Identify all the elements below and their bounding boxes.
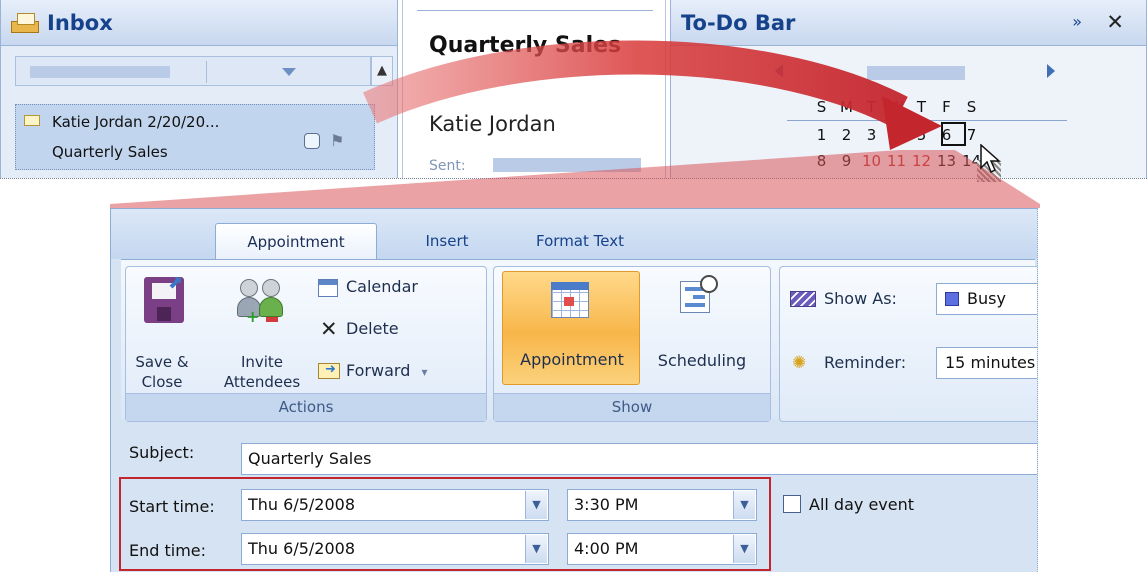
show-as-icon bbox=[790, 291, 816, 307]
month-title bbox=[867, 66, 965, 80]
expand-icon[interactable]: » bbox=[1072, 12, 1082, 31]
previous-month-icon[interactable] bbox=[775, 64, 783, 78]
flag-icon[interactable]: ⚑ bbox=[330, 131, 344, 150]
reading-sent-label: Sent: bbox=[429, 158, 466, 174]
todo-title: To-Do Bar bbox=[681, 10, 796, 35]
screenshot-stage: Inbox ▲ Katie Jordan 2/20/20... Quarterl… bbox=[0, 0, 1147, 572]
inbox-title: Inbox bbox=[47, 10, 113, 35]
show-group: Appointment Scheduling Show bbox=[493, 266, 771, 422]
forward-icon bbox=[318, 362, 340, 379]
inbox-icon bbox=[11, 12, 39, 33]
all-day-checkbox[interactable] bbox=[783, 495, 801, 513]
calendar-day[interactable]: 13 bbox=[934, 152, 959, 170]
scheduling-view-button[interactable]: Scheduling bbox=[644, 273, 760, 393]
appointment-form: Subject: Quarterly Sales Start time: Thu… bbox=[119, 433, 1037, 572]
appointment-view-button[interactable]: Appointment bbox=[502, 271, 640, 385]
mouse-cursor-icon bbox=[980, 144, 1001, 174]
calendar-day[interactable]: 9 bbox=[834, 152, 859, 170]
calendar-day-headers: SMTWTFS bbox=[816, 98, 977, 116]
reading-pane: Quarterly Sales Katie Jordan Sent: bbox=[402, 0, 666, 178]
chevron-down-icon[interactable]: ▼ bbox=[733, 491, 755, 519]
ribbon-tabs: Appointment Insert Format Text bbox=[111, 209, 1037, 259]
delete-icon: ✕ bbox=[320, 317, 338, 341]
start-time-label: Start time: bbox=[129, 497, 215, 516]
show-as-select[interactable]: Busy bbox=[936, 283, 1037, 315]
busy-color-icon bbox=[945, 292, 959, 306]
calendar-day[interactable]: 4 bbox=[884, 126, 909, 144]
calendar-day[interactable]: 1 bbox=[809, 126, 834, 144]
reading-from: Katie Jordan bbox=[429, 112, 556, 136]
delete-button[interactable]: ✕ Delete bbox=[320, 317, 399, 341]
calendar-day[interactable]: 2 bbox=[834, 126, 859, 144]
message-list-item[interactable]: Katie Jordan 2/20/20... Quarterly Sales … bbox=[15, 104, 375, 170]
mail-icon bbox=[24, 115, 40, 126]
invite-attendees-icon: + bbox=[234, 277, 288, 327]
calendar-day[interactable]: 11 bbox=[884, 152, 909, 170]
calendar-day[interactable]: 10 bbox=[859, 152, 884, 170]
invite-attendees-button[interactable]: + Invite Attendees bbox=[216, 273, 308, 397]
todo-bar: To-Do Bar » ✕ SMTWTFS 1234567 8 9 10 11 12 13… bbox=[670, 0, 1147, 182]
start-time-picker[interactable]: 3:30 PM ▼ bbox=[567, 489, 757, 521]
message-subject: Quarterly Sales bbox=[52, 143, 168, 161]
calendar-day[interactable]: 8 bbox=[809, 152, 834, 170]
selected-day-outline bbox=[941, 122, 966, 146]
calendar-icon bbox=[318, 279, 338, 297]
end-time-label: End time: bbox=[129, 541, 207, 560]
tab-format-text[interactable]: Format Text bbox=[515, 223, 645, 259]
scroll-up-button[interactable]: ▲ bbox=[371, 56, 393, 86]
reading-subject: Quarterly Sales bbox=[429, 33, 622, 58]
ribbon: ⬈ Save & Close + Invite Attendees Calend… bbox=[121, 259, 1037, 422]
save-close-button[interactable]: ⬈ Save & Close bbox=[128, 273, 196, 397]
appointment-icon bbox=[551, 282, 589, 318]
calendar-day-selected[interactable]: 5 bbox=[909, 126, 934, 144]
reading-sent-value bbox=[493, 158, 641, 172]
forward-button[interactable]: Forward ▾ bbox=[318, 361, 427, 380]
show-as-label: Show As: bbox=[790, 289, 897, 308]
subject-label: Subject: bbox=[129, 443, 195, 462]
save-arrow-icon: ⬈ bbox=[168, 272, 184, 293]
calendar-day[interactable]: 12 bbox=[909, 152, 934, 170]
calendar-day[interactable]: 3 bbox=[859, 126, 884, 144]
category-box-icon[interactable] bbox=[304, 133, 320, 149]
all-day-label: All day event bbox=[809, 495, 915, 514]
chevron-down-icon[interactable]: ▼ bbox=[733, 535, 755, 563]
next-month-icon[interactable] bbox=[1047, 64, 1055, 78]
reminder-bell-icon: ✺ bbox=[792, 353, 807, 373]
appointment-window: Appointment Insert Format Text ⬈ Save & … bbox=[110, 208, 1038, 572]
show-group-label: Show bbox=[494, 393, 770, 421]
reminder-select[interactable]: 15 minutes bbox=[936, 347, 1037, 379]
scheduling-icon bbox=[680, 275, 720, 315]
start-date-picker[interactable]: Thu 6/5/2008 ▼ bbox=[241, 489, 549, 521]
forward-dropdown-icon[interactable]: ▾ bbox=[421, 365, 427, 379]
calendar-week-2: 8 9 10 11 12 13 14 bbox=[809, 152, 984, 170]
options-group: Show As: Busy ✺ Reminder: 15 minutes bbox=[779, 266, 1037, 422]
arrange-by-bar[interactable] bbox=[15, 56, 371, 86]
end-time-picker[interactable]: 4:00 PM ▼ bbox=[567, 533, 757, 565]
actions-group-label: Actions bbox=[126, 393, 486, 421]
end-date-picker[interactable]: Thu 6/5/2008 ▼ bbox=[241, 533, 549, 565]
inbox-pane: Inbox ▲ Katie Jordan 2/20/20... Quarterl… bbox=[0, 0, 398, 178]
chevron-down-icon[interactable]: ▼ bbox=[525, 535, 547, 563]
sort-down-icon[interactable] bbox=[282, 68, 296, 76]
tab-appointment[interactable]: Appointment bbox=[215, 223, 377, 259]
inbox-header: Inbox bbox=[1, 0, 397, 46]
message-from: Katie Jordan 2/20/20... bbox=[52, 113, 220, 131]
actions-group: ⬈ Save & Close + Invite Attendees Calend… bbox=[125, 266, 487, 422]
reminder-label: ✺ Reminder: bbox=[792, 353, 907, 373]
close-icon[interactable]: ✕ bbox=[1106, 10, 1124, 34]
subject-input[interactable]: Quarterly Sales bbox=[241, 443, 1037, 475]
chevron-down-icon[interactable]: ▼ bbox=[525, 491, 547, 519]
tab-insert[interactable]: Insert bbox=[401, 223, 493, 259]
calendar-button[interactable]: Calendar bbox=[318, 277, 418, 297]
